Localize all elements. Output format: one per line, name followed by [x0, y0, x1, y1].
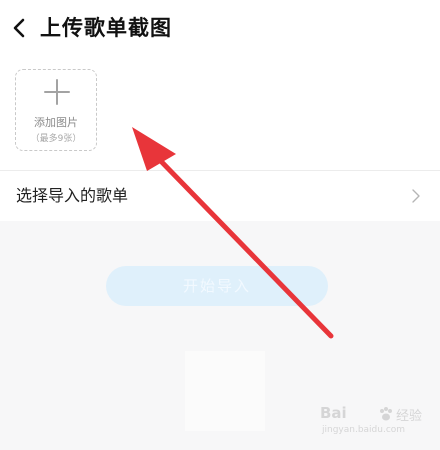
select-playlist-row[interactable]: 选择导入的歌单	[0, 171, 440, 221]
chevron-left-icon	[13, 18, 25, 38]
back-button[interactable]	[6, 14, 34, 42]
page-title: 上传歌单截图	[40, 16, 172, 40]
plus-icon	[44, 79, 70, 105]
paw-icon	[380, 407, 392, 421]
add-image-label: 添加图片	[34, 116, 78, 129]
select-playlist-label: 选择导入的歌单	[16, 186, 129, 205]
baidu-watermark: Bai 经验 jingyan.baidu.com	[320, 404, 430, 440]
page: 上传歌单截图 添加图片 （最多9张） 选择导入的歌单 开始导入 Bai 经验 j	[0, 0, 440, 450]
watermark-brand-cn: 经验	[396, 409, 423, 424]
watermark-brand: Bai	[320, 404, 347, 422]
watermark-url: jingyan.baidu.com	[322, 425, 406, 435]
upload-area: 添加图片 （最多9张）	[0, 56, 440, 170]
start-import-button[interactable]: 开始导入	[106, 266, 328, 306]
faded-background-block	[185, 351, 265, 431]
header: 上传歌单截图	[0, 0, 440, 56]
chevron-right-icon	[412, 189, 420, 203]
max-images-hint: （最多9张）	[30, 134, 82, 144]
add-image-button[interactable]: 添加图片 （最多9张）	[15, 69, 97, 151]
